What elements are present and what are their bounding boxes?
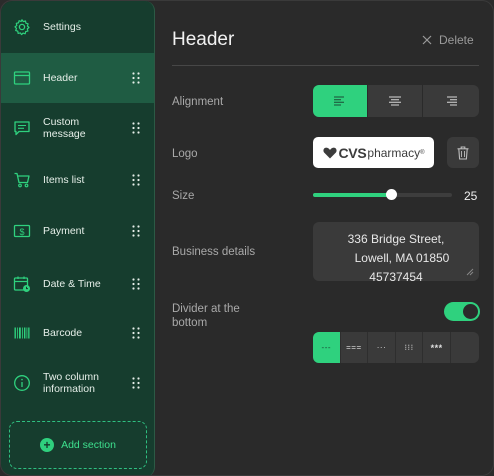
cart-icon [14,172,30,188]
header-window-icon [13,71,31,85]
logo-reg-mark: ® [420,149,425,156]
sidebar-item-date-time[interactable]: Date & Time [1,259,154,309]
sidebar-item-label: Two column information [43,371,100,395]
svg-text:$: $ [19,227,24,237]
add-section-button[interactable]: + Add section [9,421,147,469]
business-details-label: Business details [172,246,256,258]
logo-label: Logo [172,148,198,160]
divider-style-dotted-stack[interactable]: ⁝⁝⁝ [396,332,424,363]
drag-handle-icon[interactable] [132,377,140,389]
drag-handle-icon[interactable] [132,122,140,134]
business-details-line: 45737454 [369,270,423,281]
sidebar-item-label: Header [43,72,78,84]
remove-logo-button[interactable] [447,137,479,168]
logo-brand: CVS [338,144,367,161]
barcode-icon [14,327,30,339]
sidebar-item-header[interactable]: Header [1,53,154,103]
trash-icon [457,145,469,160]
sidebar-item-label: Payment [43,225,85,237]
panel-title: Header [172,29,235,50]
resize-handle-icon[interactable] [466,268,474,276]
sidebar-item-barcode[interactable]: Barcode [1,308,154,358]
size-label: Size [172,190,195,202]
title-divider [172,65,479,66]
heart-logo-icon [322,147,337,158]
business-details-line: 336 Bridge Street, [347,232,445,246]
divider-style-double[interactable]: === [341,332,369,363]
sidebar-item-label: Barcode [43,327,83,339]
drag-handle-icon[interactable] [132,225,140,237]
size-slider[interactable] [313,189,452,200]
sidebar-item-label: Items list [43,174,85,186]
drag-handle-icon[interactable] [132,174,140,186]
gear-icon [14,19,30,36]
add-section-label: Add section [61,439,116,451]
divider-style-control: --- === ··· ⁝⁝⁝ *** [313,332,479,363]
drag-handle-icon[interactable] [132,327,140,339]
business-details-line: Lowell, MA 01850 [354,251,450,265]
divider-label: Divider at the bottom [172,302,240,330]
divider-toggle[interactable] [444,302,480,321]
sidebar-item-label: Settings [43,21,81,33]
sidebar-item-items-list[interactable]: Items list [1,155,154,205]
dollar-icon: $ [13,224,31,238]
divider-style-stars[interactable]: *** [423,332,451,363]
sidebar-item-label: Date & Time [43,278,101,290]
align-left-button[interactable] [313,85,368,117]
logo-brand-suffix: pharmacy [367,145,421,160]
sidebar-item-label: Custom message [43,116,86,140]
align-center-icon [389,96,401,106]
calendar-clock-icon [13,276,30,292]
sidebar-item-settings[interactable]: Settings [1,2,154,52]
align-left-icon [334,96,344,106]
delete-label: Delete [439,33,474,47]
divider-style-none[interactable] [451,332,479,363]
alignment-control [313,85,479,117]
toggle-knob [463,304,478,319]
receipt-editor: Settings Header Custom message Items lis… [0,0,494,476]
delete-button[interactable]: Delete [422,33,474,47]
plus-icon: + [40,438,55,452]
sidebar: Settings Header Custom message Items lis… [1,1,155,475]
divider-label-line: bottom [172,317,208,329]
message-icon [14,121,30,136]
size-slider-thumb[interactable] [385,189,397,200]
divider-label-line: Divider at the [172,303,240,315]
business-details-textarea[interactable]: 336 Bridge Street, Lowell, MA 01850 4573… [313,222,479,281]
sidebar-item-two-column-information[interactable]: Two column information [1,358,154,408]
align-right-button[interactable] [423,85,478,117]
close-icon [422,35,432,45]
align-right-icon [446,96,457,106]
sidebar-item-payment[interactable]: $ Payment [1,206,154,256]
align-center-button[interactable] [368,85,423,117]
drag-handle-icon[interactable] [132,72,140,84]
alignment-label: Alignment [172,96,224,108]
drag-handle-icon[interactable] [132,278,140,290]
sidebar-item-custom-message[interactable]: Custom message [1,103,154,153]
divider-style-dashed[interactable]: --- [313,332,341,363]
logo-preview[interactable]: CVS pharmacy ® [313,137,434,168]
size-value: 25 [464,189,478,203]
size-slider-fill [313,193,391,197]
divider-style-dotted[interactable]: ··· [368,332,396,363]
info-icon [14,375,30,391]
